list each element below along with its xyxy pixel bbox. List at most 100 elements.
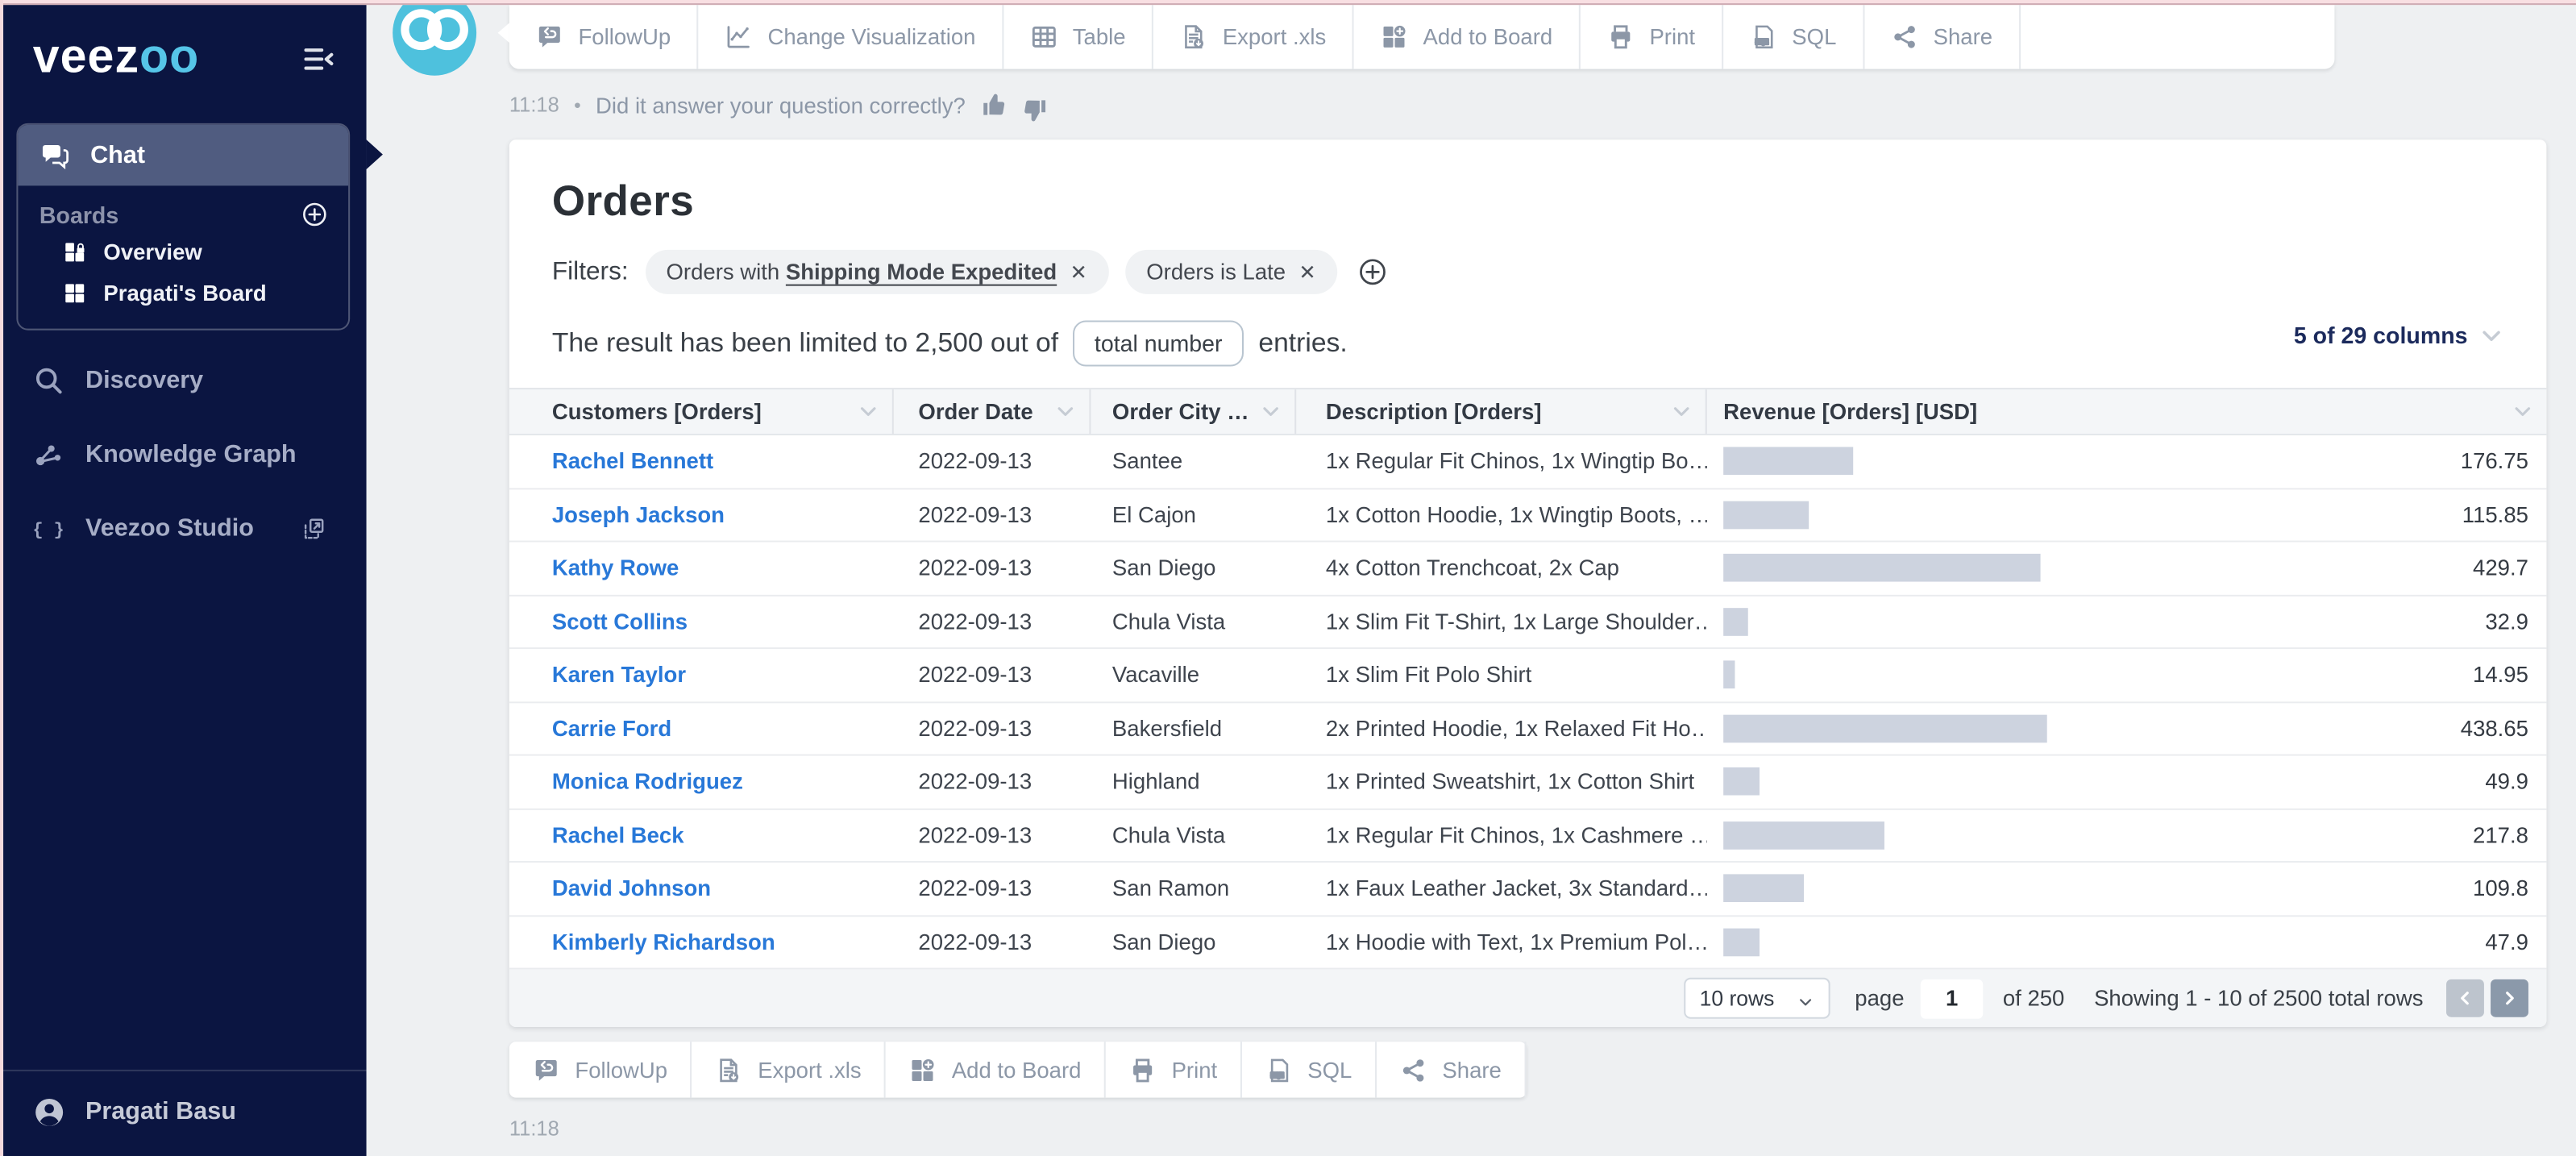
revenue-bar	[1723, 714, 2047, 742]
revenue-bar	[1723, 661, 1735, 689]
column-header[interactable]: Order City …	[1091, 389, 1296, 434]
answer-card: Orders Filters: Orders with Shipping Mod…	[509, 139, 2546, 1027]
print-button[interactable]: Print	[1581, 5, 1723, 69]
description-cell: 1x Slim Fit T-Shirt, 1x Large Shoulder…	[1296, 596, 1707, 647]
total-number-selector[interactable]: total number	[1073, 320, 1244, 366]
sql-button[interactable]: SQLSQL	[1723, 5, 1864, 69]
followup-button[interactable]: FollowUp	[509, 5, 699, 69]
add-filter-icon[interactable]	[1357, 256, 1389, 288]
feedback-question: Did it answer your question correctly?	[596, 93, 966, 118]
answer-title: Orders	[552, 176, 2546, 227]
revenue-cell: 438.65	[1707, 702, 2547, 754]
thumbs-down-icon[interactable]	[1021, 97, 1048, 123]
print-icon	[1129, 1056, 1157, 1084]
rows-per-page-select[interactable]: 10 rows	[1683, 978, 1830, 1019]
collapse-sidebar-icon[interactable]	[301, 40, 337, 77]
sidebar-board-pragati-s-board[interactable]: Pragati's Board	[18, 272, 348, 314]
customer-link[interactable]: Rachel Bennett	[552, 449, 713, 474]
sidebar: veezoo Chat Boards OverviewPragati's Boa…	[0, 0, 367, 1156]
revenue-cell: 217.8	[1707, 809, 2547, 861]
sql-icon: SQL	[1749, 23, 1777, 52]
chevron-down-icon	[1797, 990, 1814, 1006]
add-to-board-icon	[909, 1056, 937, 1084]
remove-filter-icon[interactable]: ✕	[1070, 260, 1087, 285]
customer-link[interactable]: Joseph Jackson	[552, 502, 725, 527]
column-header[interactable]: Description [Orders]	[1296, 389, 1707, 434]
revenue-bar	[1723, 767, 1760, 796]
revenue-bar	[1723, 821, 1884, 850]
thumbs-up-icon[interactable]	[980, 92, 1007, 119]
sidebar-board-overview[interactable]: Overview	[18, 231, 348, 272]
customer-link[interactable]: Carrie Ford	[552, 716, 671, 741]
window-top-edge	[0, 0, 2576, 5]
sql-button[interactable]: SQLSQL	[1242, 1042, 1377, 1097]
sidebar-item-veezoo-studio[interactable]: { }Veezoo Studio	[0, 491, 367, 565]
export-xls-button[interactable]: Export .xls	[1153, 5, 1354, 69]
column-header[interactable]: Order Date	[894, 389, 1091, 434]
limit-text-before: The result has been limited to 2,500 out…	[552, 328, 1058, 360]
page-count: of 250	[2003, 986, 2065, 1011]
description-cell: 1x Hoodie with Text, 1x Premium Pol…	[1296, 916, 1707, 967]
add-to-board-button[interactable]: Add to Board	[886, 1042, 1106, 1097]
customer-link[interactable]: Kathy Rowe	[552, 555, 679, 580]
revenue-value: 14.95	[2473, 663, 2546, 688]
order-date-cell: 2022-09-13	[894, 863, 1091, 914]
svg-text:SQL: SQL	[1755, 38, 1768, 45]
results-table: Customers [Orders]Order DateOrder City ……	[509, 388, 2546, 970]
add-to-board-button[interactable]: Add to Board	[1354, 5, 1581, 69]
page-label: page	[1855, 986, 1904, 1011]
order-date-cell: 2022-09-13	[894, 649, 1091, 701]
export-xls-button[interactable]: Export .xls	[692, 1042, 887, 1097]
table-row: Kimberly Richardson 2022-09-13 San Diego…	[509, 916, 2546, 969]
followup-icon	[532, 1056, 560, 1084]
print-icon	[1606, 23, 1635, 52]
previous-page-button[interactable]	[2446, 979, 2484, 1017]
table-button[interactable]: Table	[1003, 5, 1153, 69]
customer-link[interactable]: Scott Collins	[552, 609, 688, 634]
revenue-value: 32.9	[2485, 609, 2546, 634]
description-cell: 1x Slim Fit Polo Shirt	[1296, 649, 1707, 701]
customer-link[interactable]: David Johnson	[552, 876, 711, 901]
window-left-edge	[0, 0, 3, 1156]
table-row: Rachel Beck 2022-09-13 Chula Vista 1x Re…	[509, 809, 2546, 863]
share-button[interactable]: Share	[1377, 1042, 1527, 1097]
share-button[interactable]: Share	[1864, 5, 2021, 69]
description-cell: 1x Regular Fit Chinos, 1x Cashmere …	[1296, 809, 1707, 861]
followup-button[interactable]: FollowUp	[509, 1042, 692, 1097]
order-date-cell: 2022-09-13	[894, 489, 1091, 540]
remove-filter-icon[interactable]: ✕	[1298, 260, 1315, 285]
user-menu[interactable]: Pragati Basu	[0, 1096, 367, 1129]
sidebar-nav: DiscoveryKnowledge Graph{ }Veezoo Studio	[0, 343, 367, 565]
description-cell: 2x Printed Hoodie, 1x Relaxed Fit Ho…	[1296, 702, 1707, 754]
next-page-button[interactable]	[2491, 979, 2528, 1017]
active-section-pointer	[367, 139, 383, 169]
table-row: David Johnson 2022-09-13 San Ramon 1x Fa…	[509, 863, 2546, 916]
sidebar-item-knowledge-graph[interactable]: Knowledge Graph	[0, 418, 367, 492]
add-board-icon[interactable]	[301, 201, 329, 229]
column-header[interactable]: Revenue [Orders] [USD]	[1707, 389, 2547, 434]
chevron-down-icon	[858, 401, 879, 422]
order-city-cell: Highland	[1091, 756, 1296, 808]
customer-link[interactable]: Kimberly Richardson	[552, 929, 775, 954]
order-date-cell: 2022-09-13	[894, 435, 1091, 487]
customer-link[interactable]: Rachel Beck	[552, 823, 684, 848]
change-visualization-button[interactable]: Change Visualization	[699, 5, 1003, 69]
page-input[interactable]	[1921, 979, 1983, 1018]
table-row: Carrie Ford 2022-09-13 Bakersfield 2x Pr…	[509, 702, 2546, 755]
chat-boards-group: Chat Boards OverviewPragati's Board	[16, 123, 350, 331]
limit-text-after: entries.	[1258, 328, 1347, 360]
revenue-cell: 47.9	[1707, 916, 2547, 967]
column-header[interactable]: Customers [Orders]	[509, 389, 894, 434]
feedback-row: 11:18 • Did it answer your question corr…	[509, 92, 2576, 119]
print-button[interactable]: Print	[1106, 1042, 1242, 1097]
revenue-value: 217.8	[2473, 823, 2546, 848]
sidebar-item-discovery[interactable]: Discovery	[0, 343, 367, 418]
revenue-bar	[1723, 501, 1809, 529]
customer-link[interactable]: Monica Rodriguez	[552, 769, 743, 794]
order-city-cell: Chula Vista	[1091, 596, 1296, 647]
sidebar-item-chat[interactable]: Chat	[18, 125, 348, 185]
columns-chooser[interactable]: 5 of 29 columns	[2294, 322, 2504, 349]
order-city-cell: Vacaville	[1091, 649, 1296, 701]
customer-link[interactable]: Karen Taylor	[552, 663, 686, 688]
pagination-bar: 10 rows page of 250 Showing 1 - 10 of 25…	[509, 970, 2546, 1027]
